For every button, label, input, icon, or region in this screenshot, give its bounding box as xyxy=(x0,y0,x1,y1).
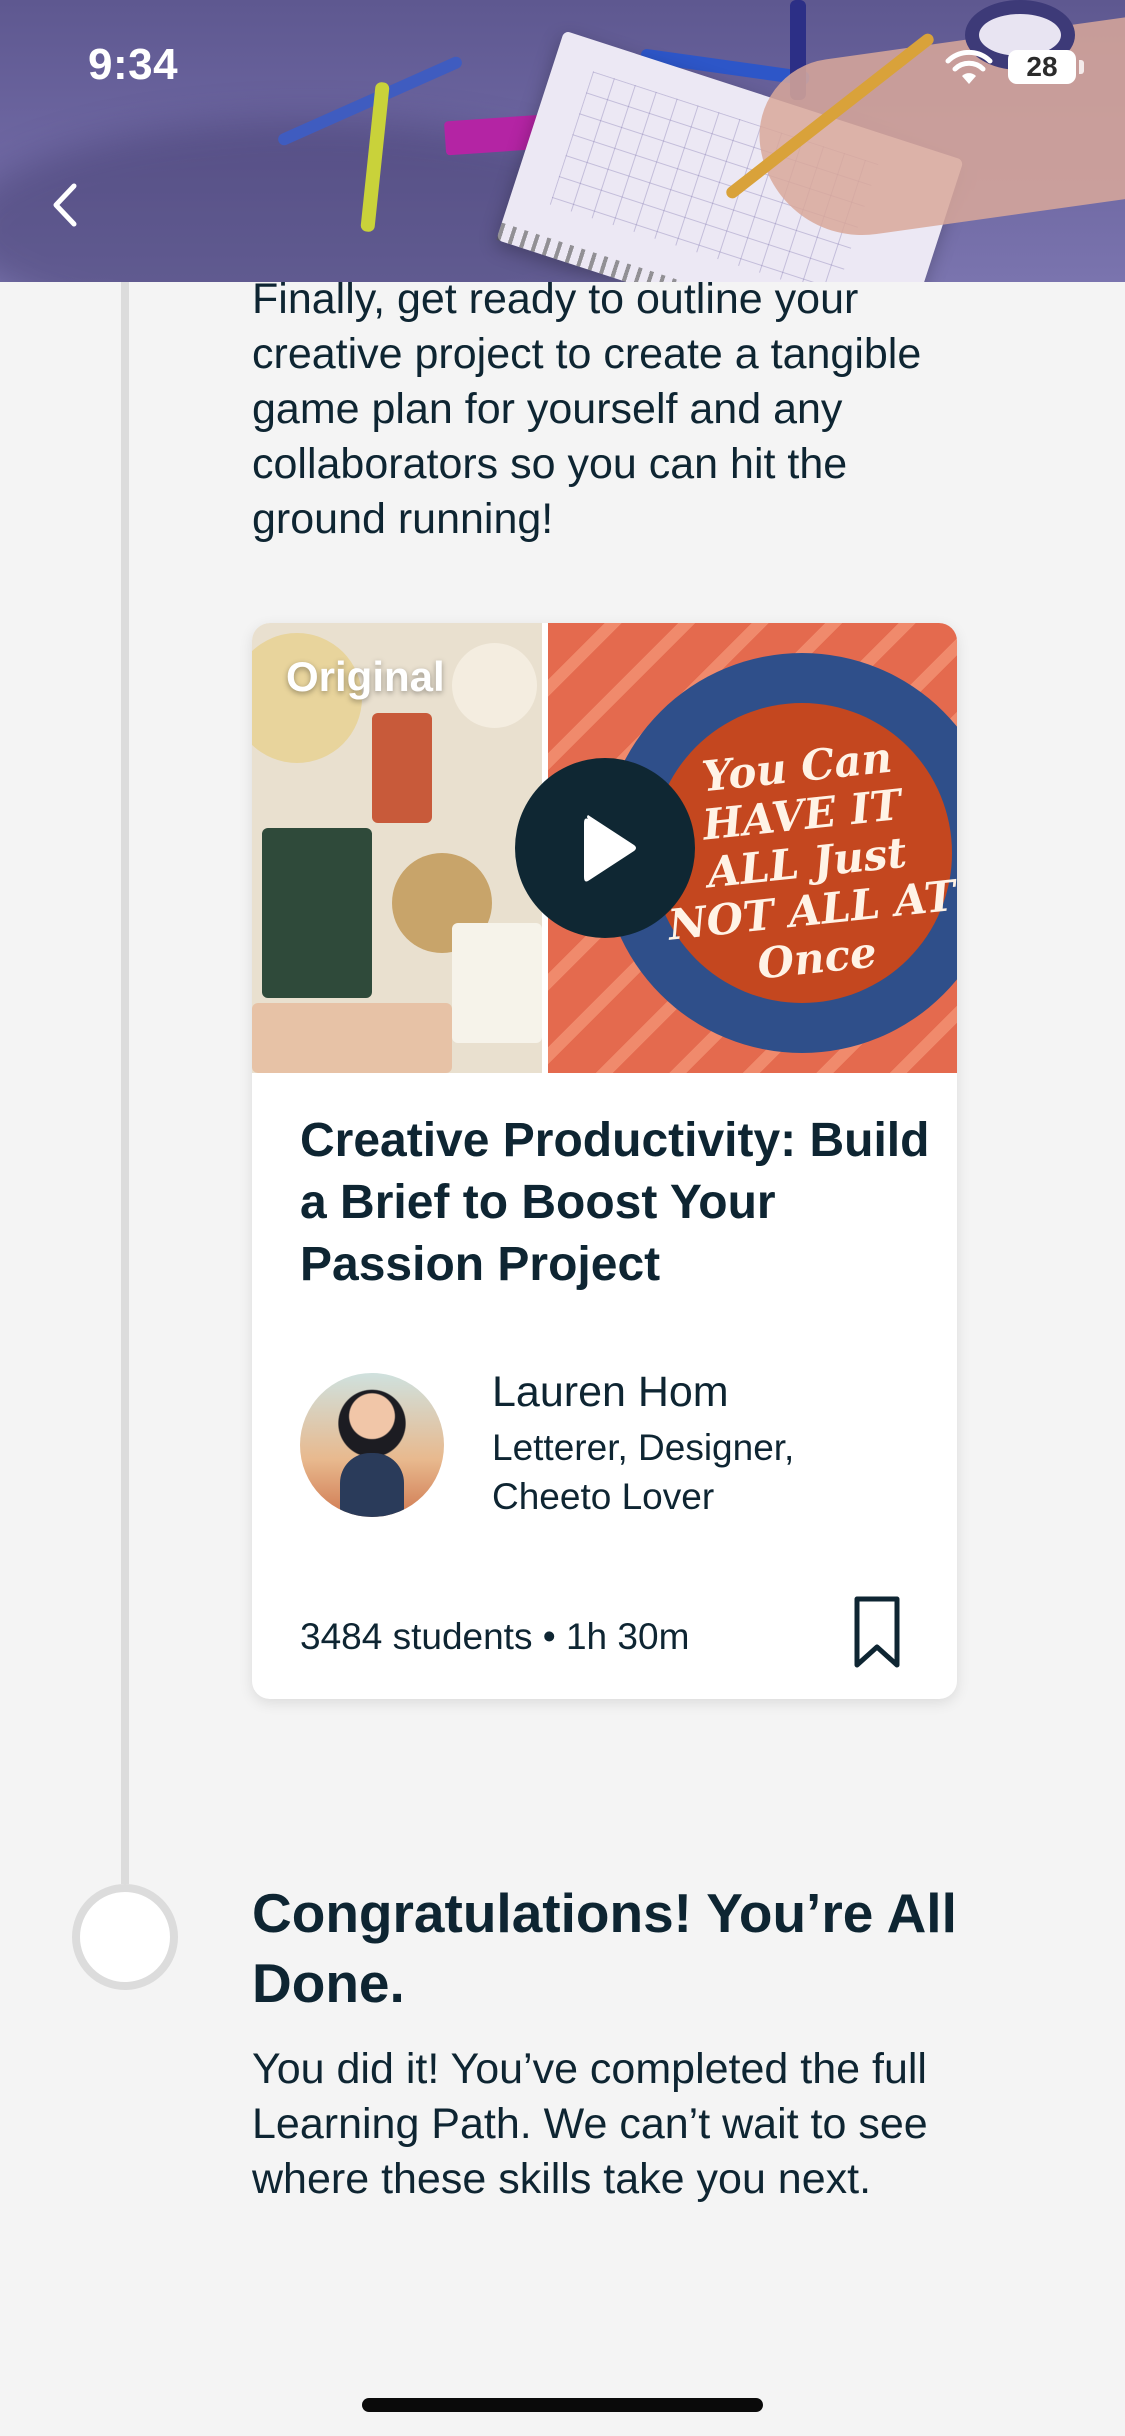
play-icon xyxy=(584,815,636,882)
intro-paragraph: Finally, get ready to outline your creat… xyxy=(252,275,922,543)
battery-icon: 28 xyxy=(1008,50,1076,84)
collage-cup xyxy=(452,643,537,728)
congrats-text: You did it! You’ve completed the full Le… xyxy=(252,2045,928,2203)
chevron-left-icon xyxy=(53,183,77,227)
collage-swatch xyxy=(372,713,432,823)
home-indicator[interactable] xyxy=(362,2398,763,2412)
class-thumbnail[interactable]: You Can HAVE IT ALL Just NOT ALL AT Once… xyxy=(252,623,957,1073)
collage-note xyxy=(452,923,542,1043)
collage-hands xyxy=(252,1003,452,1073)
teacher-name[interactable]: Lauren Hom xyxy=(492,1368,729,1417)
back-button[interactable] xyxy=(30,170,100,240)
battery-level: 28 xyxy=(1026,51,1058,82)
timeline-line xyxy=(121,282,129,1884)
teacher-avatar[interactable] xyxy=(300,1373,444,1517)
class-meta: 3484 students • 1h 30m xyxy=(300,1616,690,1657)
class-card[interactable]: You Can HAVE IT ALL Just NOT ALL AT Once… xyxy=(252,623,957,1699)
class-title[interactable]: Creative Productivity: Build a Brief to … xyxy=(300,1110,930,1296)
original-badge: Original xyxy=(286,653,445,700)
timeline-node-complete xyxy=(72,1884,178,1990)
header-banner: 9:34 28 xyxy=(0,0,1125,282)
bookmark-icon xyxy=(854,1596,900,1668)
status-time: 9:34 xyxy=(88,40,179,89)
battery-tip xyxy=(1079,60,1084,74)
congrats-title: Congratulations! You’re All Done. xyxy=(252,1882,957,2014)
collage-card-green xyxy=(262,828,372,998)
avatar-figure xyxy=(340,1453,404,1517)
play-button[interactable] xyxy=(515,758,695,938)
bowl-lettering: You Can HAVE IT ALL Just NOT ALL AT Once xyxy=(665,732,957,989)
wifi-icon xyxy=(945,50,993,84)
teacher-description: Letterer, Designer, Cheeto Lover xyxy=(492,1427,795,1517)
bookmark-button[interactable] xyxy=(842,1588,912,1678)
